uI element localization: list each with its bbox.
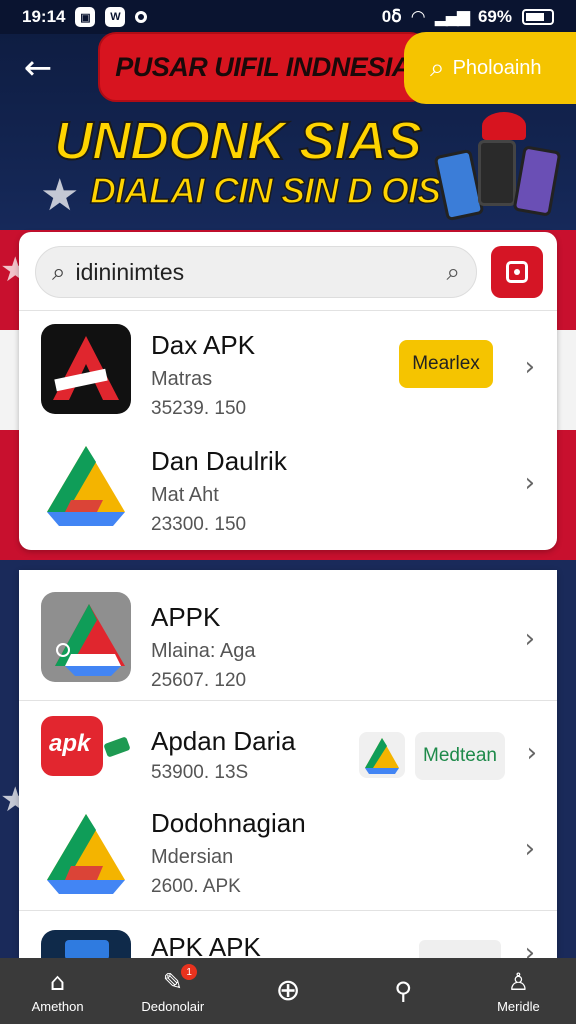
divider	[19, 910, 557, 911]
app-name: Apdan Daria	[151, 726, 296, 756]
nav-explore[interactable]: ⊕	[230, 958, 345, 1024]
nav-label: Dedonolair	[141, 998, 205, 1014]
status-time: 19:14	[22, 7, 66, 26]
app-meta: 2600. APK	[151, 876, 241, 897]
header-search-button[interactable]: ⌕ Pholoainh	[404, 32, 576, 104]
app-notification-icon: W	[105, 7, 126, 27]
back-arrow-icon[interactable]: ←	[20, 50, 56, 86]
app-subtitle: Mlaina: Aga	[151, 640, 256, 662]
nav-tools[interactable]: ⚲	[346, 958, 461, 1024]
banner-illustration	[420, 112, 570, 232]
app-name: Dan Daulrik	[151, 446, 287, 476]
triangle-logo-icon	[41, 440, 131, 530]
status-bar: 19:14 ▣ W 0ẟ ◠ ▂▄▆ 69%	[0, 0, 576, 34]
signal-icon: ▂▄▆	[434, 7, 470, 27]
header-search-label: Pholoainh	[452, 56, 542, 79]
action-button[interactable]	[419, 940, 501, 958]
triangle-logo-icon	[359, 732, 405, 778]
camera-icon	[506, 261, 528, 283]
app-list-item[interactable]: apk Apdan Daria 53900. 13S Medtean ›	[19, 706, 557, 796]
divider	[19, 310, 557, 311]
brush-icon: ✎	[162, 967, 183, 996]
search-bar[interactable]: ⌕ idininimtes ⌕	[35, 246, 477, 298]
triangle-logo-icon	[41, 808, 131, 898]
page-title-text: PUSAR UIFIL INDNESIA	[115, 51, 411, 82]
wrench-icon: ⚲	[394, 977, 412, 1005]
chevron-right-icon[interactable]: ›	[525, 834, 535, 864]
app-name: APPK	[151, 602, 221, 632]
chevron-right-icon[interactable]: ›	[525, 624, 535, 654]
nav-profile[interactable]: ♙ Meridle	[461, 958, 576, 1024]
app-list-card: APPK Mlaina: Aga 25607. 120 › apk Apdan …	[19, 570, 557, 958]
bottom-navigation: ⌂ Amethon ✎ 1 Dedonolair ⊕ ⚲ ♙ Meridle	[0, 958, 576, 1024]
search-results-card: ⌕ idininimtes ⌕ Dax APK Matras 35239. 15…	[19, 232, 557, 550]
voice-search-icon[interactable]: ⌕	[447, 258, 460, 286]
wifi-icon: ◠	[411, 7, 425, 27]
app-name: APK APK	[151, 932, 261, 958]
chevron-right-icon[interactable]: ›	[527, 738, 537, 768]
circle-icon	[135, 11, 148, 23]
status-indicator: 0ẟ	[381, 7, 402, 26]
banner-subheadline: DIALAI CIN SIN D OIS	[89, 169, 442, 212]
nav-downloads[interactable]: ✎ 1 Dedonolair	[115, 958, 230, 1024]
app-subtitle: Mat Aht	[151, 484, 219, 506]
action-button[interactable]: Medtean	[415, 732, 505, 780]
chevron-right-icon[interactable]: ›	[525, 938, 535, 958]
app-name: Dax APK	[151, 330, 256, 360]
app-meta: 25607. 120	[151, 670, 247, 691]
app-list-item[interactable]: Dax APK Matras 35239. 150 Mearlex ›	[19, 316, 557, 426]
divider	[19, 700, 557, 701]
chevron-right-icon[interactable]: ›	[525, 468, 535, 498]
app-list-item[interactable]: Dan Daulrik Mat Aht 23300. 150 ›	[19, 432, 557, 542]
app-name: Dodohnagian	[151, 808, 306, 838]
search-input[interactable]: idininimtes	[75, 259, 446, 286]
phone-illustration	[512, 145, 562, 217]
search-icon: ⌕	[430, 52, 445, 83]
chevron-right-icon[interactable]: ›	[525, 352, 535, 382]
notification-badge: 1	[181, 964, 198, 980]
promo-banner[interactable]: UNDONK SIAS DIALAI CIN SIN D OIS	[0, 104, 576, 232]
battery-icon	[522, 9, 554, 25]
apk-badge-icon: apk	[41, 716, 103, 776]
triangle-logo-gray-icon	[41, 592, 131, 682]
nav-label: Meridle	[497, 998, 540, 1014]
app-meta: 35239. 150	[151, 398, 247, 419]
blue-app-icon	[41, 930, 131, 958]
app-notification-icon: ▣	[75, 7, 96, 27]
app-meta: 53900. 13S	[151, 762, 249, 783]
action-button[interactable]: Mearlex	[399, 340, 493, 388]
app-subtitle: Matras	[151, 368, 213, 390]
search-icon: ⌕	[52, 258, 66, 286]
page-title: PUSAR UIFIL INDNESIA	[98, 32, 428, 102]
nav-label: Amethon	[31, 998, 84, 1014]
red-a-icon	[41, 324, 131, 414]
camera-button[interactable]	[491, 246, 543, 298]
cap-illustration	[482, 112, 526, 140]
arrow-icon	[103, 736, 131, 758]
app-list-item[interactable]: APK APK ›	[19, 916, 557, 958]
banner-headline: UNDONK SIAS	[53, 110, 423, 172]
compass-icon: ⊕	[275, 973, 301, 1008]
app-meta: 23300. 150	[151, 514, 247, 535]
profile-icon: ♙	[507, 967, 530, 996]
nav-home[interactable]: ⌂ Amethon	[0, 958, 115, 1024]
home-icon: ⌂	[49, 967, 66, 996]
app-list-item[interactable]: Dodohnagian Mdersian 2600. APK ›	[19, 800, 557, 910]
phone-illustration	[433, 148, 485, 222]
app-subtitle: Mdersian	[151, 846, 234, 868]
phone-illustration	[478, 140, 516, 206]
app-list-item[interactable]: APPK Mlaina: Aga 25607. 120 ›	[19, 584, 557, 694]
battery-percent: 69%	[477, 7, 512, 26]
